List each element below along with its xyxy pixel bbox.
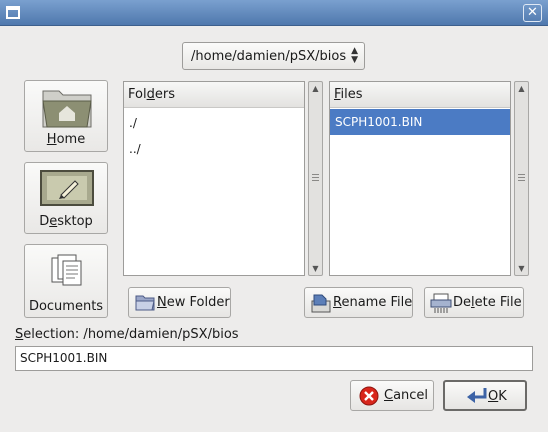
selection-input[interactable]: SCPH1001.BIN (15, 346, 533, 371)
scroll-up-icon[interactable]: ▲ (309, 84, 322, 93)
cancel-button[interactable]: Cancel (350, 380, 434, 411)
delete-file-button[interactable]: Delete File (424, 287, 524, 318)
selection-label: Selection: /home/damien/pSX/bios (15, 327, 239, 342)
window-icon (6, 6, 20, 19)
path-combo-value: /home/damien/pSX/bios (191, 49, 347, 64)
enter-arrow-icon (467, 388, 487, 403)
file-item-selected[interactable]: SCPH1001.BIN (330, 109, 510, 135)
path-combo[interactable]: /home/damien/pSX/bios ▲ ▼ (182, 42, 365, 70)
folders-list[interactable]: Folders ./ ../ (123, 81, 305, 276)
files-scrollbar[interactable]: ▲ ▼ (514, 81, 529, 276)
documents-icon (51, 254, 82, 286)
rename-icon (311, 294, 331, 313)
scroll-grip-icon (518, 174, 525, 183)
new-folder-button[interactable]: New Folder (128, 287, 231, 318)
shortcut-documents-button[interactable]: Documents (24, 244, 108, 318)
close-button[interactable]: ✕ (523, 4, 542, 22)
cancel-icon (359, 386, 379, 406)
folders-header[interactable]: Folders (124, 82, 304, 108)
scroll-grip-icon (312, 174, 319, 183)
files-header[interactable]: Files (330, 82, 510, 108)
title-bar: ✕ (0, 0, 548, 26)
files-list[interactable]: Files SCPH1001.BIN (329, 81, 511, 276)
home-folder-icon (42, 90, 92, 128)
folders-scrollbar[interactable]: ▲ ▼ (308, 81, 323, 276)
shortcut-desktop-button[interactable]: Desktop (24, 162, 108, 234)
shortcut-home-button[interactable]: Home (24, 80, 108, 152)
folder-item-parent[interactable]: ../ (124, 136, 304, 162)
ok-button[interactable]: OK (443, 380, 527, 411)
scroll-up-icon[interactable]: ▲ (515, 84, 528, 93)
scroll-down-icon[interactable]: ▼ (515, 264, 528, 273)
scroll-down-icon[interactable]: ▼ (309, 264, 322, 273)
new-folder-icon (135, 295, 155, 311)
desktop-icon (40, 170, 94, 206)
folder-item-current[interactable]: ./ (124, 110, 304, 136)
chevron-up-down-icon: ▲ ▼ (351, 46, 358, 65)
rename-file-button[interactable]: Rename File (304, 287, 413, 318)
shredder-icon (430, 293, 452, 313)
